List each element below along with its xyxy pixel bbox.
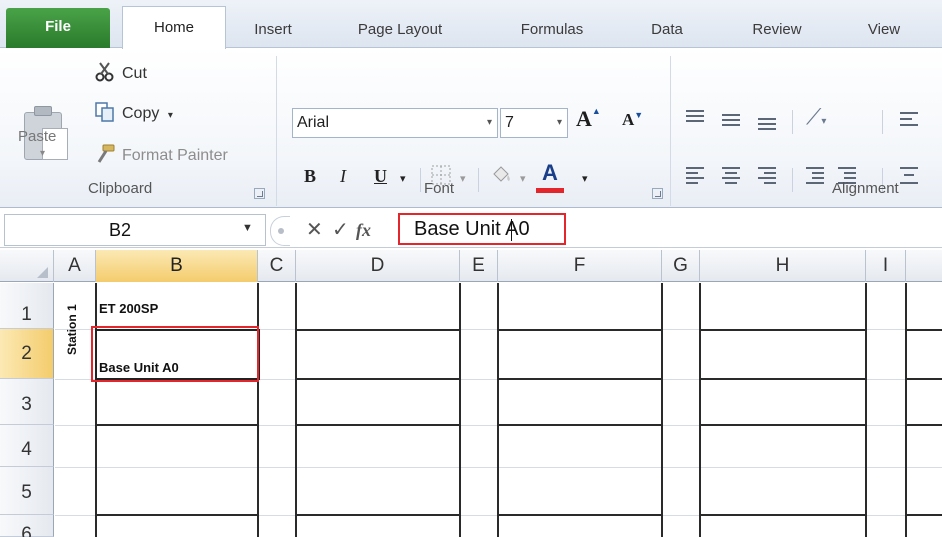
column-header-c[interactable]: C (258, 250, 296, 282)
grow-font-icon: A (576, 106, 592, 131)
row-header-4[interactable]: 4 (0, 425, 54, 467)
cut-button[interactable]: Cut (94, 60, 147, 88)
font-name-combobox[interactable]: Arial ▾ (292, 108, 498, 138)
selection-highlight-box (91, 326, 259, 382)
font-group-label: Font (424, 180, 455, 197)
decrease-indent-icon[interactable] (806, 166, 828, 184)
row-header-1[interactable]: 1 (0, 283, 54, 329)
font-name-value: Arial (297, 114, 330, 131)
divider (420, 168, 421, 192)
ribbon-tab-bar: File Home Insert Page Layout Formulas Da… (0, 0, 942, 49)
cut-label: Cut (122, 65, 147, 82)
align-middle-icon[interactable] (722, 112, 744, 130)
clipboard-launcher-icon[interactable] (254, 188, 265, 199)
copy-icon (94, 101, 116, 123)
fill-color-button[interactable] (490, 164, 514, 191)
formula-input[interactable]: Base Unit A0 (398, 213, 566, 245)
formula-bar-grip[interactable] (270, 216, 290, 246)
column-header-g[interactable]: G (662, 250, 700, 282)
chevron-down-icon[interactable]: ▾ (487, 109, 492, 137)
align-left-icon[interactable] (686, 166, 708, 184)
column-header-row: A B C D E F G H I (0, 250, 942, 282)
tab-file[interactable]: File (6, 8, 110, 48)
column-header-i[interactable]: I (866, 250, 906, 282)
divider (882, 110, 883, 134)
alignment-group-label: Alignment (832, 180, 899, 197)
font-size-combobox[interactable]: 7 ▾ (500, 108, 568, 138)
chevron-down-icon[interactable]: ▼ (242, 222, 253, 234)
format-painter-button[interactable]: Format Painter (94, 142, 228, 170)
divider (792, 110, 793, 134)
column-header-d[interactable]: D (296, 250, 460, 282)
tab-view[interactable]: View (846, 12, 922, 48)
chevron-down-icon[interactable]: ▾ (400, 172, 406, 185)
copy-button[interactable]: Copy ▾ (94, 100, 173, 128)
italic-button[interactable]: I (340, 166, 346, 187)
paintbrush-icon (94, 143, 116, 165)
chevron-down-icon[interactable]: ▾ (582, 172, 588, 185)
divider (478, 168, 479, 192)
orientation-button[interactable]: ⟋▾ (806, 104, 826, 130)
clipboard-group-label: Clipboard (88, 180, 153, 197)
scissors-icon (94, 61, 116, 83)
tab-data[interactable]: Data (632, 12, 702, 48)
wrap-text-icon[interactable] (900, 110, 922, 128)
paint-bucket-icon (493, 166, 510, 182)
tab-insert[interactable]: Insert (236, 12, 310, 48)
chevron-down-icon[interactable]: ▾ (520, 172, 526, 185)
insert-function-icon[interactable]: fx (356, 218, 371, 242)
tab-formulas[interactable]: Formulas (500, 12, 604, 48)
align-right-icon[interactable] (758, 166, 780, 184)
row-header-5[interactable]: 5 (0, 467, 54, 515)
grow-font-button[interactable]: A▲ (576, 106, 601, 132)
column-header-b[interactable]: B (96, 250, 258, 282)
chevron-down-icon[interactable]: ▾ (557, 109, 562, 137)
copy-dropdown-icon[interactable]: ▾ (168, 110, 173, 121)
row-header-2[interactable]: 2 (0, 329, 54, 379)
text-cursor (511, 219, 512, 241)
worksheet-grid[interactable]: Station 1 ET 200SP Base Unit A0 (55, 283, 942, 537)
chevron-down-icon[interactable]: ▾ (460, 172, 466, 185)
font-color-icon: A (542, 160, 558, 185)
row-header-3[interactable]: 3 (0, 379, 54, 425)
font-color-button[interactable]: A (536, 160, 564, 193)
ribbon-home: Paste ▾ Cut Copy ▾ Format Painter Clipbo… (0, 48, 942, 208)
tab-review[interactable]: Review (728, 12, 826, 48)
name-box[interactable]: B2 (4, 214, 266, 246)
group-divider (276, 56, 277, 206)
column-header-h[interactable]: H (700, 250, 866, 282)
bold-button[interactable]: B (304, 166, 316, 187)
paste-label: Paste (18, 128, 57, 145)
formula-value: Base Unit A0 (414, 218, 530, 240)
column-header-f[interactable]: F (498, 250, 662, 282)
cell-b1[interactable]: ET 200SP (99, 301, 158, 316)
align-top-icon[interactable] (686, 108, 708, 126)
column-header-a[interactable]: A (54, 250, 96, 282)
cancel-icon[interactable]: ✕ (306, 218, 323, 242)
tab-page-layout[interactable]: Page Layout (338, 12, 462, 48)
copy-label: Copy (122, 105, 160, 122)
formula-bar: B2 ▼ ✕ ✓ fx Base Unit A0 (0, 210, 942, 248)
shrink-font-icon: A (622, 110, 635, 129)
divider (792, 168, 793, 192)
merge-center-icon[interactable] (900, 166, 922, 184)
shrink-font-button[interactable]: A▼ (622, 110, 643, 130)
column-header-e[interactable]: E (460, 250, 498, 282)
underline-button[interactable]: U (374, 166, 387, 187)
select-all-button[interactable] (0, 250, 54, 282)
font-launcher-icon[interactable] (652, 188, 663, 199)
paste-dropdown-icon[interactable]: ▾ (40, 148, 45, 159)
font-size-value: 7 (505, 114, 514, 131)
align-center-icon[interactable] (722, 166, 744, 184)
format-painter-label: Format Painter (122, 147, 228, 164)
align-bottom-icon[interactable] (758, 116, 780, 134)
row-header-6[interactable]: 6 (0, 515, 54, 537)
tab-home[interactable]: Home (122, 6, 226, 49)
group-divider (670, 56, 671, 206)
orientation-icon: ⟋ (806, 104, 822, 129)
font-color-swatch (536, 188, 564, 193)
enter-check-icon[interactable]: ✓ (332, 218, 349, 242)
cell-a1[interactable]: Station 1 (65, 304, 79, 355)
